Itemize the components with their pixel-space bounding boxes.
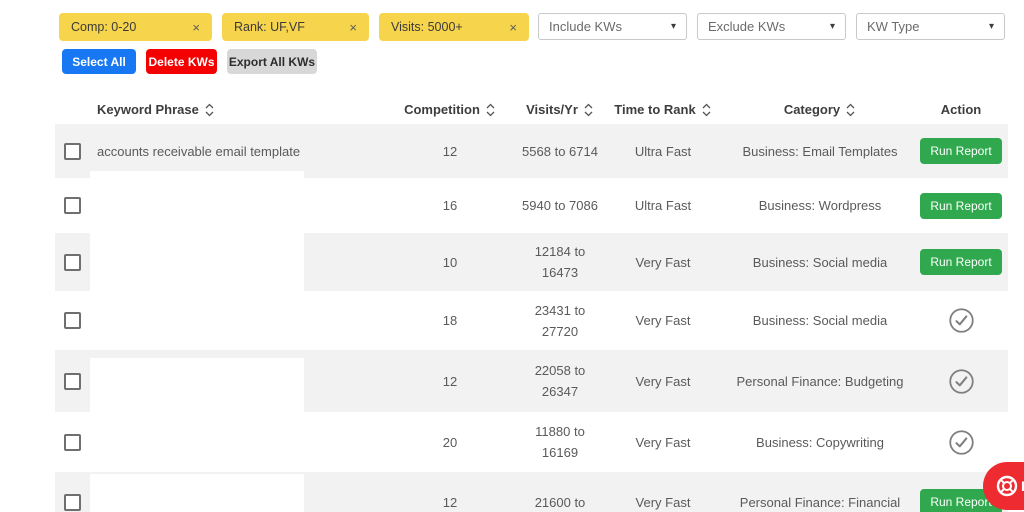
sort-icon — [584, 103, 593, 116]
visits-value: 12184 to 16473 — [534, 244, 586, 280]
chevron-down-icon: ▾ — [829, 21, 835, 32]
sort-icon — [702, 103, 711, 116]
chevron-down-icon: ▾ — [988, 21, 994, 32]
competition-value: 12 — [442, 373, 458, 389]
visits-value: 22058 to 26347 — [534, 363, 586, 399]
filter-chip-comp[interactable]: Comp: 0-20 × — [59, 13, 212, 41]
redacted-keyword — [90, 412, 304, 472]
sort-icon — [846, 103, 855, 116]
category-value: Personal Finance: Financial — [739, 494, 901, 510]
redacted-keyword — [90, 358, 304, 412]
redacted-keyword — [90, 474, 304, 512]
exclude-kws-dropdown[interactable]: Exclude KWs ▾ — [697, 13, 846, 40]
close-icon[interactable]: × — [192, 20, 200, 35]
row-checkbox[interactable] — [64, 312, 81, 329]
competition-value: 12 — [442, 494, 458, 510]
col-header-keyword-phrase[interactable]: Keyword Phrase — [90, 102, 380, 118]
check-circle-icon — [948, 308, 974, 333]
dropdown-label: Include KWs — [549, 19, 622, 34]
keywords-table: Keyword Phrase Competition Visits/Yr Tim… — [55, 95, 1008, 512]
keyword-phrase: accounts receivable email template — [97, 143, 301, 159]
delete-kws-button[interactable]: Delete KWs — [146, 49, 217, 74]
filter-chip-label: Rank: UF,VF — [234, 20, 305, 34]
redacted-keyword — [90, 233, 304, 291]
time-to-rank-value: Ultra Fast — [634, 143, 692, 159]
col-header-competition[interactable]: Competition — [380, 102, 520, 118]
help-fab-button[interactable]: H — [983, 462, 1024, 510]
close-icon[interactable]: × — [509, 20, 517, 35]
competition-value: 16 — [442, 198, 458, 213]
time-to-rank-value: Very Fast — [635, 373, 691, 389]
keyword-tool-page: Comp: 0-20 × Rank: UF,VF × Visits: 5000+… — [0, 0, 1024, 512]
visits-value: 5568 to 6714 — [522, 143, 598, 159]
filter-chip-visits[interactable]: Visits: 5000+ × — [379, 13, 529, 41]
category-value: Business: Copywriting — [756, 434, 884, 450]
check-circle-icon — [948, 368, 974, 394]
table-header-row: Keyword Phrase Competition Visits/Yr Tim… — [55, 95, 1008, 124]
category-value: Business: Social media — [752, 254, 888, 270]
kw-type-dropdown[interactable]: KW Type ▾ — [856, 13, 1005, 40]
filter-chips-bar: Comp: 0-20 × Rank: UF,VF × Visits: 5000+… — [59, 13, 529, 41]
visits-value: 5940 to 7086 — [522, 198, 598, 213]
run-report-button[interactable]: Run Report — [920, 249, 1002, 275]
row-checkbox[interactable] — [64, 197, 81, 214]
check-circle-icon — [948, 429, 974, 455]
dropdown-label: KW Type — [867, 19, 920, 34]
row-checkbox[interactable] — [64, 372, 81, 390]
category-value: Business: Email Templates — [742, 143, 898, 159]
redacted-keyword — [90, 291, 304, 350]
col-header-category[interactable]: Category — [726, 102, 914, 118]
run-report-button[interactable]: Run Report — [920, 138, 1002, 164]
time-to-rank-value: Very Fast — [635, 434, 691, 450]
filter-chip-label: Visits: 5000+ — [391, 20, 463, 34]
sort-icon — [205, 103, 214, 116]
filter-chip-rank[interactable]: Rank: UF,VF × — [222, 13, 369, 41]
toolbar: Select All Delete KWs Export All KWs — [62, 49, 317, 74]
competition-value: 10 — [442, 254, 458, 270]
include-kws-dropdown[interactable]: Include KWs ▾ — [538, 13, 687, 40]
competition-value: 18 — [442, 313, 458, 328]
row-checkbox[interactable] — [64, 493, 81, 511]
table-row: 16 5940 to 7086 Ultra Fast Business: Wor… — [55, 171, 1008, 233]
table-row: 20 11880 to 16169 Very Fast Business: Cop… — [55, 412, 1008, 472]
category-value: Business: Wordpress — [758, 198, 882, 213]
category-value: Personal Finance: Budgeting — [736, 373, 904, 389]
table-row: accounts receivable email template 12 55… — [55, 124, 1008, 178]
filter-dropdowns-bar: Include KWs ▾ Exclude KWs ▾ KW Type ▾ — [538, 13, 1005, 40]
table-row: 18 23431 to 27720 Very Fast Business: Soc… — [55, 291, 1008, 350]
visits-value: 11880 to 16169 — [535, 424, 585, 460]
close-icon[interactable]: × — [349, 20, 357, 35]
competition-value: 12 — [442, 143, 458, 159]
time-to-rank-value: Very Fast — [635, 254, 691, 270]
visits-value: 21600 to — [534, 494, 586, 510]
dropdown-label: Exclude KWs — [708, 19, 786, 34]
export-all-kws-button[interactable]: Export All KWs — [227, 49, 317, 74]
category-value: Business: Social media — [752, 313, 888, 328]
select-all-button[interactable]: Select All — [62, 49, 136, 74]
row-checkbox[interactable] — [64, 142, 81, 160]
col-header-time-to-rank[interactable]: Time to Rank — [600, 102, 726, 118]
filter-chip-label: Comp: 0-20 — [71, 20, 137, 34]
visits-value: 23431 to 27720 — [534, 302, 586, 339]
run-report-button[interactable]: Run Report — [920, 192, 1002, 219]
time-to-rank-value: Very Fast — [635, 313, 691, 328]
col-header-visits-yr[interactable]: Visits/Yr — [520, 102, 600, 118]
table-row: 10 12184 to 16473 Very Fast Business: Soc… — [55, 233, 1008, 291]
row-checkbox[interactable] — [64, 433, 81, 451]
competition-value: 20 — [442, 434, 458, 450]
lifebuoy-icon — [996, 475, 1018, 497]
sort-icon — [486, 103, 495, 116]
row-checkbox[interactable] — [64, 253, 81, 271]
time-to-rank-value: Very Fast — [635, 494, 691, 510]
redacted-keyword — [90, 171, 304, 233]
chevron-down-icon: ▾ — [670, 21, 676, 32]
time-to-rank-value: Ultra Fast — [634, 198, 692, 213]
table-row: 12 22058 to 26347 Very Fast Personal Fina… — [55, 350, 1008, 412]
table-row: 12 21600 to Very Fast Personal Finance: … — [55, 472, 1008, 512]
col-header-action: Action — [940, 102, 982, 117]
